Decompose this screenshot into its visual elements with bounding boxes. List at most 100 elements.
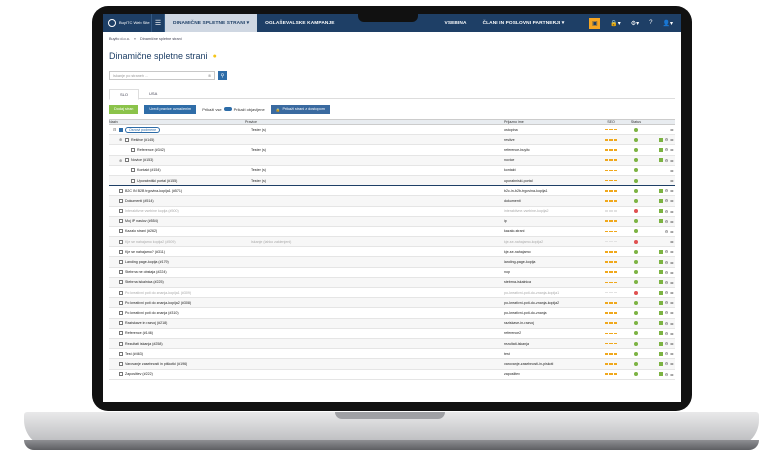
row-checkbox[interactable] [119, 341, 123, 346]
row-checkbox[interactable] [119, 127, 123, 132]
status-icon[interactable] [634, 198, 638, 203]
check-icon[interactable] [658, 310, 663, 315]
more-icon[interactable]: ••• [670, 310, 673, 315]
row-title[interactable]: Kazalo strani (#262) [125, 229, 157, 233]
row-checkbox[interactable] [131, 178, 135, 183]
nav-members[interactable]: ČLANI IN POSLOVNI PARTNERJI ▾ [475, 14, 573, 32]
check-icon[interactable] [658, 209, 663, 214]
table-row[interactable]: Raziskave in razvoj (#218) raziskave-in-… [109, 318, 675, 329]
logo[interactable]: BuyITC Web Site [103, 19, 151, 27]
more-icon[interactable]: ••• [670, 178, 673, 183]
status-icon[interactable] [634, 229, 638, 234]
row-title[interactable]: Po kreativni poti do znanja-kopija1 (#30… [125, 291, 191, 295]
row-title[interactable]: Landing page-kopija (#179) [125, 260, 169, 264]
table-row[interactable]: Kje se nahajamo kopija2 (#509) Iskanje (… [109, 237, 675, 248]
row-title[interactable]: Rezultati iskanja (#258) [125, 342, 163, 346]
check-icon[interactable] [658, 280, 663, 285]
more-icon[interactable]: ••• [670, 361, 673, 366]
row-title[interactable]: Zaposlitev (#222) [125, 372, 153, 376]
nav-campaigns[interactable]: OGLAŠEVALSKE KAMPANJE [257, 14, 342, 32]
visibility-toggle[interactable]: Prikaži vse Prikaži objavljene [202, 107, 264, 112]
row-title[interactable]: B2C IN B2B trgovina-kopija1 (#571) [125, 189, 182, 193]
more-icon[interactable]: ••• [670, 341, 673, 346]
lock-menu-icon[interactable]: 🔒▾ [610, 20, 620, 27]
row-checkbox[interactable] [119, 361, 123, 366]
more-icon[interactable]: ••• [670, 127, 673, 132]
add-page-button[interactable]: Dodaj stran [109, 104, 139, 114]
status-icon[interactable] [634, 249, 638, 254]
table-row[interactable]: Landing page-kopija (#179) landing-page-… [109, 257, 675, 268]
table-row[interactable]: Test (#463) test ⚙ ••• [109, 349, 675, 360]
status-icon[interactable] [634, 372, 638, 377]
row-title[interactable]: Stebrna iskalnica (#225) [125, 280, 164, 284]
status-icon[interactable] [634, 310, 638, 315]
status-icon[interactable] [634, 168, 638, 173]
more-icon[interactable]: ••• [670, 351, 673, 356]
more-icon[interactable]: ••• [670, 300, 673, 305]
status-icon[interactable] [634, 147, 638, 152]
row-title[interactable]: Varovanje zasebnosti in piškotki (#196) [125, 362, 187, 366]
row-checkbox[interactable] [119, 270, 123, 275]
table-row[interactable]: ⊟ Osnovi podmene Tester (s) ostopina ••• [109, 125, 675, 136]
table-row[interactable]: Varovanje zasebnosti in piškotki (#196) … [109, 359, 675, 370]
check-icon[interactable] [658, 198, 663, 203]
settings-menu-icon[interactable]: ⚙▾ [631, 20, 639, 27]
status-icon[interactable] [634, 158, 638, 163]
row-title[interactable]: Reference (#342) [137, 148, 165, 152]
more-icon[interactable]: ••• [670, 219, 673, 224]
expand-icon[interactable]: ⊟ [113, 127, 117, 132]
row-checkbox[interactable] [119, 188, 123, 193]
table-row[interactable]: Po kreativni poti do znanja-kopija1 (#30… [109, 288, 675, 299]
table-row[interactable]: ⊕ Rešitve (#145) resitve ⚙ ••• [109, 135, 675, 146]
row-title[interactable]: Interaktivne vsebine kopija (#500) [125, 209, 179, 213]
status-icon[interactable] [634, 361, 638, 366]
nav-content[interactable]: VSEBINA [437, 14, 475, 32]
check-icon[interactable] [658, 321, 663, 326]
status-icon[interactable] [634, 137, 638, 142]
check-icon[interactable] [658, 351, 663, 356]
status-icon[interactable] [634, 260, 638, 265]
status-icon[interactable] [634, 270, 638, 275]
status-icon[interactable] [634, 209, 638, 214]
row-title[interactable]: Po kreativni poti do znanja-kopija2 (#30… [125, 301, 191, 305]
table-row[interactable]: Reference (#342) Tester (s) reference-bu… [109, 145, 675, 156]
table-row[interactable]: Rezultati iskanja (#258) rezultati-iskan… [109, 338, 675, 350]
more-icon[interactable]: ••• [670, 321, 673, 326]
expand-icon[interactable]: ⊕ [119, 158, 123, 163]
status-icon[interactable] [634, 321, 638, 326]
table-row[interactable]: Stebrna iskalnica (#225) stebrna-iskalni… [109, 277, 675, 288]
status-icon[interactable] [634, 127, 638, 132]
gear-icon[interactable]: ⚙ [665, 372, 669, 377]
gear-icon[interactable]: ⚙ [665, 229, 669, 234]
check-icon[interactable] [658, 270, 663, 275]
more-icon[interactable]: ••• [670, 198, 673, 203]
gear-icon[interactable]: ⚙ [665, 280, 669, 285]
check-icon[interactable] [658, 341, 663, 346]
check-icon[interactable] [658, 188, 663, 193]
row-checkbox[interactable] [119, 209, 123, 214]
row-checkbox[interactable] [131, 168, 135, 173]
gear-icon[interactable]: ⚙ [665, 260, 669, 265]
row-checkbox[interactable] [119, 249, 123, 254]
check-icon[interactable] [658, 219, 663, 224]
row-checkbox[interactable] [119, 310, 123, 315]
more-icon[interactable]: ••• [670, 372, 673, 377]
status-icon[interactable] [634, 290, 638, 295]
row-checkbox[interactable] [119, 198, 123, 203]
row-title[interactable]: Kontakt (#154) [137, 168, 161, 172]
table-row[interactable]: Po kreativni poti do znanja-kopija2 (#30… [109, 298, 675, 309]
status-icon[interactable] [634, 178, 638, 183]
table-row[interactable]: ⊕ Novice (#153) novice ⚙ ••• [109, 155, 675, 166]
gear-icon[interactable]: ⚙ [665, 249, 669, 254]
gear-icon[interactable]: ⚙ [665, 270, 669, 275]
row-checkbox[interactable] [119, 280, 123, 285]
check-icon[interactable] [658, 158, 663, 163]
more-icon[interactable]: ••• [670, 331, 673, 336]
row-title[interactable]: Novice (#153) [131, 158, 153, 162]
more-icon[interactable]: ••• [670, 147, 673, 152]
check-icon[interactable] [658, 300, 663, 305]
gear-icon[interactable]: ⚙ [665, 361, 669, 366]
row-checkbox[interactable] [119, 260, 123, 265]
row-checkbox[interactable] [131, 147, 135, 152]
row-checkbox[interactable] [125, 137, 129, 142]
